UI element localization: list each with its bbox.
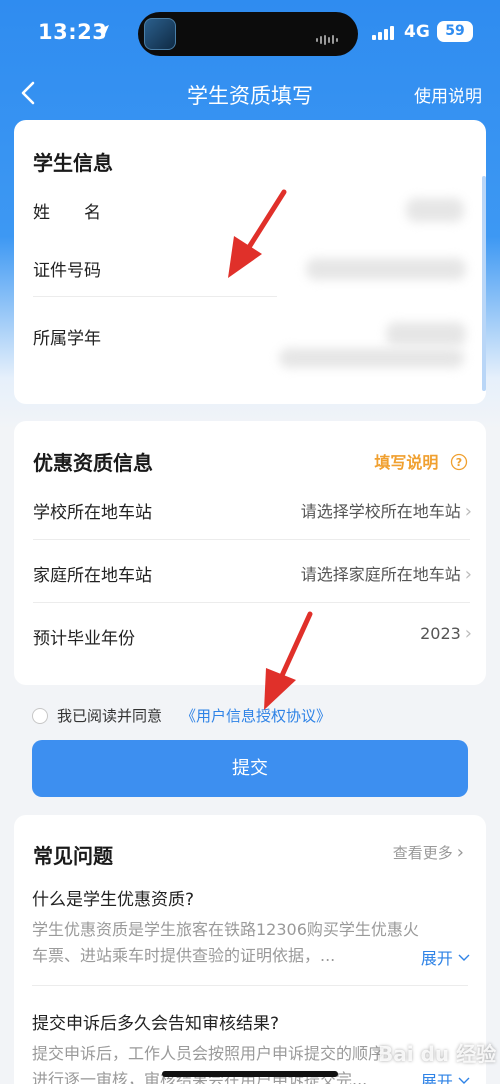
see-more-label: 查看更多 [392, 844, 453, 862]
battery-indicator: 59 [437, 21, 473, 42]
app-thumbnail-icon [144, 18, 176, 50]
chevron-right-icon: › [464, 501, 472, 522]
divider [33, 602, 470, 603]
home-station-label: 家庭所在地车站 [33, 566, 152, 586]
audio-wave-icon [316, 29, 348, 45]
discount-info-title: 优惠资质信息 [33, 451, 153, 475]
see-more-link[interactable]: 查看更多 › [393, 842, 464, 863]
faq-question-2[interactable]: 提交申诉后多久会告知审核结果? [32, 1009, 279, 1034]
school-year-value-blurred [386, 322, 466, 346]
id-number-label: 证件号码 [33, 261, 101, 281]
graduation-year-value: 2023 [420, 624, 461, 643]
svg-text:?: ? [456, 456, 462, 469]
faq-answer-1-line1: 学生优惠资质是学生旅客在铁路12306购买学生优惠火 [32, 920, 419, 939]
home-indicator[interactable] [162, 1071, 338, 1077]
divider [33, 539, 470, 540]
location-arrow-icon [95, 25, 109, 39]
graduation-year-label: 预计毕业年份 [33, 629, 135, 649]
status-bar: 13:23 4G 59 [0, 0, 500, 64]
school-station-value: 请选择学校所在地车站 [300, 502, 461, 521]
home-station-value-wrap: 请选择家庭所在地车站 › [301, 561, 472, 585]
faq-expand-1[interactable]: 展开 [421, 945, 470, 969]
fill-instructions-label: 填写说明 [374, 453, 439, 472]
discount-info-card: 优惠资质信息 填写说明 ? 学校所在地车站 请选择学校所在地车站 › 家庭所在地车… [14, 421, 486, 685]
agreement-link[interactable]: 《用户信息授权协议》 [181, 705, 331, 726]
submit-button[interactable]: 提交 [32, 740, 468, 797]
chevron-right-icon: › [464, 623, 472, 644]
faq-title: 常见问题 [33, 844, 113, 868]
id-number-value-blurred [306, 258, 466, 280]
divider [33, 296, 277, 297]
usage-instructions-link[interactable]: 使用说明 [414, 82, 482, 107]
agreement-checkbox[interactable] [32, 708, 48, 724]
fill-instructions-link[interactable]: 填写说明 ? [374, 449, 468, 473]
graduation-year-value-wrap: 2023 › [420, 623, 472, 644]
chevron-down-icon [458, 1077, 470, 1084]
card-scrollbar[interactable] [482, 176, 486, 391]
school-name-blurred [279, 348, 464, 368]
nav-bar: 学生资质填写 使用说明 [0, 72, 500, 116]
signal-icon [372, 24, 398, 40]
chevron-right-icon: › [456, 842, 464, 863]
faq-question-1[interactable]: 什么是学生优惠资质? [32, 885, 194, 910]
home-station-value: 请选择家庭所在地车站 [300, 565, 461, 584]
network-type: 4G [404, 22, 430, 42]
chevron-right-icon: › [464, 564, 472, 585]
name-label: 姓 名 [33, 203, 101, 223]
question-circle-icon: ? [450, 453, 468, 471]
faq-expand-2[interactable]: 展开 [421, 1068, 470, 1084]
school-station-value-wrap: 请选择学校所在地车站 › [301, 498, 472, 522]
faq-answer-1: 学生优惠资质是学生旅客在铁路12306购买学生优惠火 车票、进站乘车时提供查验的… [32, 917, 452, 969]
dynamic-island [138, 12, 358, 56]
watermark-text: Bai du 经验 [378, 1042, 497, 1066]
student-info-title: 学生信息 [33, 151, 113, 175]
faq-answer-1-line2: 车票、进站乘车时提供查验的证明依据，... [32, 946, 336, 965]
divider [32, 985, 468, 986]
student-info-card: 学生信息 姓 名 证件号码 所属学年 [14, 120, 486, 404]
name-value-blurred [406, 198, 464, 222]
faq-expand-label: 展开 [420, 949, 453, 968]
faq-expand-label: 展开 [420, 1072, 453, 1084]
school-year-label: 所属学年 [33, 329, 101, 349]
chevron-down-icon [458, 954, 470, 961]
school-station-label: 学校所在地车站 [33, 503, 152, 523]
agreement-text: 我已阅读并同意 [57, 707, 163, 725]
